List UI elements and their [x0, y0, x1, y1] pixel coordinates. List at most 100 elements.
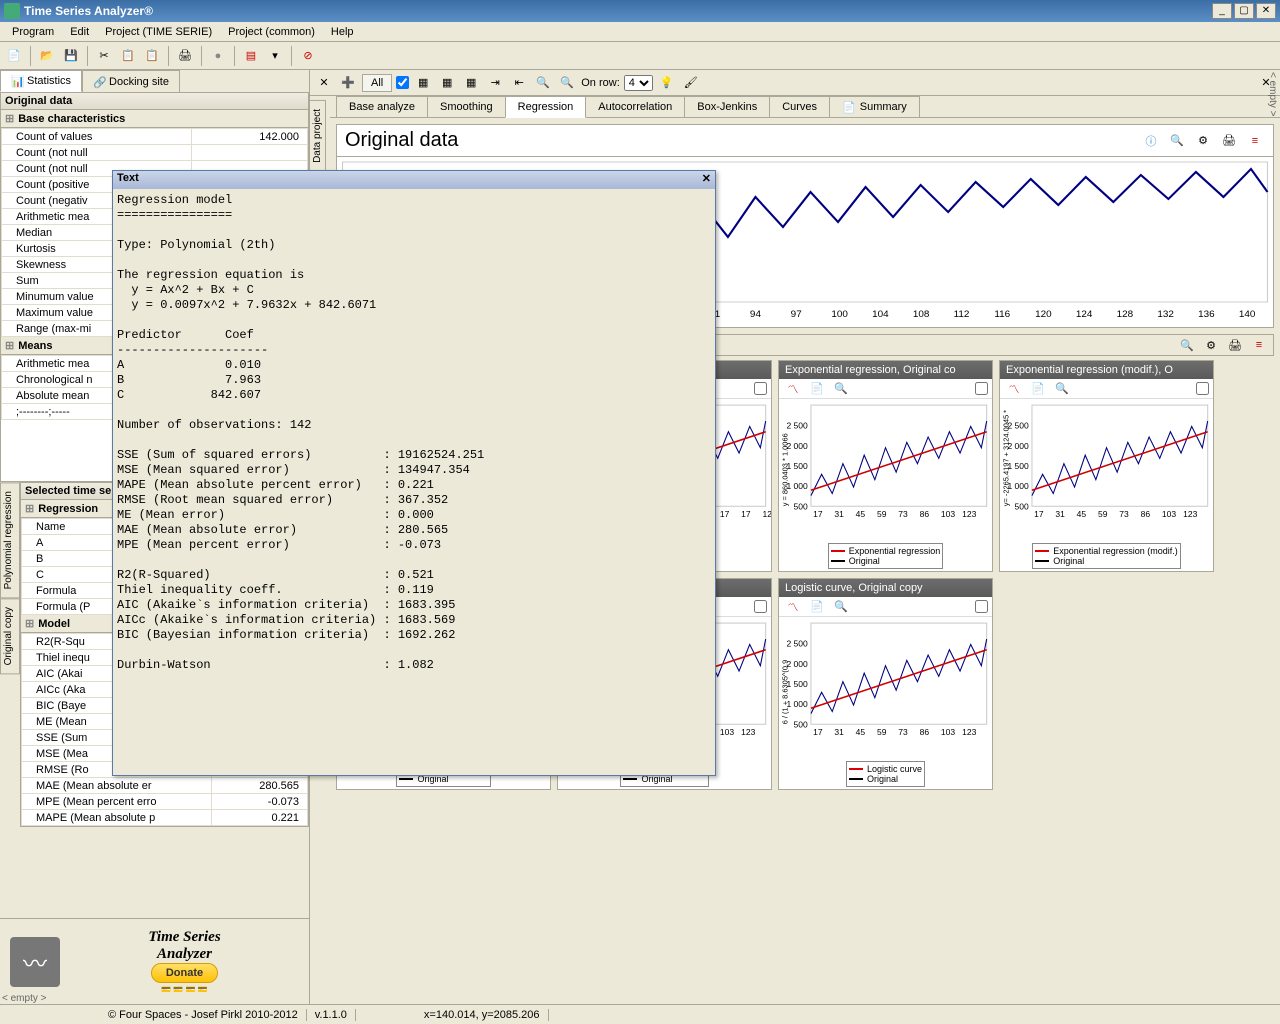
save-icon[interactable]: 💾 [61, 46, 81, 66]
sc-doc-icon[interactable]: 📄 [807, 379, 827, 399]
record-icon[interactable]: ● [208, 46, 228, 66]
svg-text:2 000: 2 000 [786, 659, 808, 669]
close-button[interactable]: ✕ [1256, 3, 1276, 19]
copy-icon[interactable]: 📋 [118, 46, 138, 66]
paint-icon[interactable]: 🖌 [681, 73, 701, 93]
sc-zoom-icon[interactable]: 🔍 [831, 379, 851, 399]
menu-project-common[interactable]: Project (common) [220, 24, 323, 40]
grid-menu-icon[interactable]: ≡ [1249, 335, 1269, 355]
sc-zoom-icon[interactable]: 🔍 [1052, 379, 1072, 399]
subtabs: Base analyzeSmoothingRegressionAutocorre… [330, 96, 1280, 118]
sc-zoom-icon[interactable]: 🔍 [831, 597, 851, 617]
sc-doc-icon[interactable]: 📄 [807, 597, 827, 617]
table-row[interactable]: Count of values142.000 [2, 129, 308, 145]
sc-check[interactable] [975, 600, 988, 613]
tab-docking[interactable]: 🔗Docking site [82, 70, 180, 92]
text-dialog: Text ✕ Regression model ================… [112, 170, 716, 776]
menu-project-ts[interactable]: Project (TIME SERIE) [97, 24, 220, 40]
table-row[interactable]: MPE (Mean percent erro-0.073 [22, 794, 308, 810]
minimize-button[interactable]: _ [1212, 3, 1232, 19]
sc-chart-icon[interactable]: 〽 [783, 597, 803, 617]
grid2-icon[interactable]: ▦ [437, 73, 457, 93]
grid-gear-icon[interactable]: ⚙ [1201, 335, 1221, 355]
svg-text:59: 59 [877, 509, 887, 519]
print-chart-icon[interactable]: 🖨 [1219, 131, 1239, 151]
check1[interactable] [396, 76, 409, 89]
menu-edit[interactable]: Edit [62, 24, 97, 40]
bulb-icon[interactable]: 💡 [657, 73, 677, 93]
svg-text:103: 103 [720, 727, 734, 737]
sc-chart-icon[interactable]: 〽 [783, 379, 803, 399]
svg-text:123: 123 [1183, 509, 1197, 519]
subtab-box-jenkins[interactable]: Box-Jenkins [684, 96, 770, 118]
gear-icon[interactable]: ⚙ [1193, 131, 1213, 151]
close-x-icon[interactable]: ✕ [314, 73, 334, 93]
subtab-curves[interactable]: Curves [769, 96, 830, 118]
svg-text:17: 17 [1034, 509, 1044, 519]
menu-help[interactable]: Help [323, 24, 362, 40]
cut-icon[interactable]: ✂ [94, 46, 114, 66]
dialog-close-icon[interactable]: ✕ [702, 172, 711, 188]
add-icon[interactable]: ➕ [338, 73, 358, 93]
grid-print-icon[interactable]: 🖨 [1225, 335, 1245, 355]
sc-check[interactable] [754, 600, 767, 613]
dropdown-icon[interactable]: ▾ [265, 46, 285, 66]
pdf-icon[interactable]: ▤ [241, 46, 261, 66]
tab-statistics[interactable]: 📊Statistics [0, 70, 82, 92]
menu-chart-icon[interactable]: ≡ [1245, 131, 1265, 151]
subtab-regression[interactable]: Regression [505, 96, 587, 118]
all-button[interactable]: All [362, 74, 392, 92]
grid-icon[interactable]: ▦ [413, 73, 433, 93]
zoom-chart-icon[interactable]: 🔍 [1167, 131, 1187, 151]
svg-text:103: 103 [941, 727, 955, 737]
print-icon[interactable]: 🖨 [175, 46, 195, 66]
main-toolbar: 📄 📂 💾 ✂ 📋 📋 🖨 ● ▤ ▾ ⊘ [0, 42, 1280, 70]
sc-check[interactable] [975, 382, 988, 395]
paste-icon[interactable]: 📋 [142, 46, 162, 66]
sc-check[interactable] [1196, 382, 1209, 395]
svg-text:500: 500 [1015, 501, 1029, 511]
svg-text:17: 17 [813, 509, 823, 519]
status-copyright: © Four Spaces - Josef Pirkl 2010-2012 [100, 1009, 307, 1021]
info-icon[interactable]: ⓘ [1141, 131, 1161, 151]
small-chart: Logistic curve, Original copy〽📄🔍5001 000… [778, 578, 993, 790]
svg-text:86: 86 [920, 509, 930, 519]
sc-check[interactable] [754, 382, 767, 395]
vtab-original[interactable]: Original copy [0, 598, 20, 674]
sc-doc-icon[interactable]: 📄 [1028, 379, 1048, 399]
donate-button[interactable]: Donate [151, 963, 218, 983]
sc-chart-icon[interactable]: 〽 [1004, 379, 1024, 399]
table-row[interactable]: MAPE (Mean absolute p0.221 [22, 810, 308, 826]
open-icon[interactable]: 📂 [37, 46, 57, 66]
expand-icon[interactable]: ⇤ [509, 73, 529, 93]
svg-text:17: 17 [720, 509, 730, 519]
menu-program[interactable]: Program [4, 24, 62, 40]
vtab-polynomial[interactable]: Polynomial regression [0, 482, 20, 598]
subtab-summary[interactable]: 📄Summary [829, 96, 920, 118]
subtab-base analyze[interactable]: Base analyze [336, 96, 428, 118]
grid3-icon[interactable]: ▦ [461, 73, 481, 93]
subtab-autocorrelation[interactable]: Autocorrelation [585, 96, 685, 118]
svg-text:2 500: 2 500 [786, 639, 808, 649]
stop-icon[interactable]: ⊘ [298, 46, 318, 66]
base-char-header[interactable]: Base characteristics [1, 110, 308, 128]
collapse-icon[interactable]: ⇥ [485, 73, 505, 93]
vtab-data-project[interactable]: Data project [309, 100, 326, 172]
new-icon[interactable]: 📄 [4, 46, 24, 66]
subtab-smoothing[interactable]: Smoothing [427, 96, 506, 118]
small-chart-body[interactable]: 5001 0001 5002 0002 50017314559738610312… [1000, 399, 1213, 539]
grid-zoom-icon[interactable]: 🔍 [1177, 335, 1197, 355]
small-chart-body[interactable]: 5001 0001 5002 0002 50017314559738610312… [779, 399, 992, 539]
donate-box: 〰 Time Series Analyzer Donate 💳 💳 💳 💳 [0, 918, 309, 1004]
small-chart-header: Exponential regression (modif.), O [1000, 361, 1213, 379]
onrow-select[interactable]: 4 [624, 75, 653, 91]
svg-text:128: 128 [1117, 309, 1134, 319]
svg-text:500: 500 [794, 719, 808, 729]
maximize-button[interactable]: ▢ [1234, 3, 1254, 19]
table-row[interactable]: Count (not null [2, 145, 308, 161]
table-row[interactable]: MAE (Mean absolute er280.565 [22, 778, 308, 794]
small-chart-body[interactable]: 5001 0001 5002 0002 50017314559738610312… [779, 617, 992, 757]
zoom-icon[interactable]: 🔍 [533, 73, 553, 93]
dialog-body-text: Regression model ================ Type: … [117, 193, 711, 673]
zoom2-icon[interactable]: 🔍 [557, 73, 577, 93]
